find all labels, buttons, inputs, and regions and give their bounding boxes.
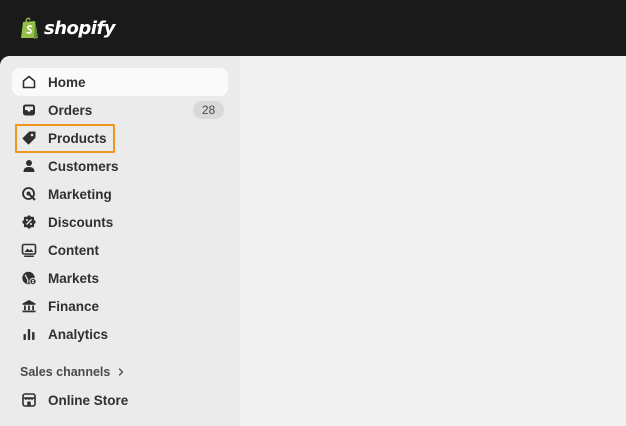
person-icon — [21, 158, 37, 174]
sidebar-item-marketing[interactable]: Marketing — [12, 180, 228, 208]
sidebar-item-markets[interactable]: Markets — [12, 264, 228, 292]
sidebar-item-label: Finance — [48, 299, 100, 314]
sidebar-item-online-store[interactable]: Online Store — [12, 386, 228, 414]
sidebar-item-customers[interactable]: Customers — [12, 152, 228, 180]
sidebar-item-label: Marketing — [48, 187, 112, 202]
sidebar-item-label: Orders — [48, 103, 93, 118]
sidebar-item-content[interactable]: Content — [12, 236, 228, 264]
sidebar-item-label: Customers — [48, 159, 119, 174]
shopify-logo[interactable]: shopify — [20, 16, 116, 40]
sidebar-item-label: Analytics — [48, 327, 109, 342]
target-icon — [21, 186, 37, 202]
sales-channels-heading[interactable]: Sales channels — [20, 363, 126, 381]
main-content — [240, 56, 626, 426]
sidebar-item-label: Products — [48, 131, 107, 146]
sidebar-item-products[interactable]: Products — [12, 124, 228, 152]
top-bar: shopify — [0, 0, 626, 56]
sidebar-item-home[interactable]: Home — [12, 68, 228, 96]
sidebar-item-label: Discounts — [48, 215, 114, 230]
sidebar-item-finance[interactable]: Finance — [12, 292, 228, 320]
bank-icon — [21, 298, 37, 314]
orders-count-badge: 28 — [193, 101, 224, 119]
sidebar-item-analytics[interactable]: Analytics — [12, 320, 228, 348]
sidebar-item-orders[interactable]: Orders 28 — [12, 96, 228, 124]
image-icon — [21, 242, 37, 258]
sidebar-item-label: Content — [48, 243, 99, 258]
sidebar-item-discounts[interactable]: Discounts — [12, 208, 228, 236]
app-shell: Home Orders 28 Products Customers Market… — [0, 56, 626, 426]
brand-name: shopify — [44, 17, 116, 39]
shopify-bag-icon — [21, 17, 38, 39]
tag-icon — [21, 130, 37, 146]
discount-badge-icon — [21, 214, 37, 230]
sidebar-item-label: Markets — [48, 271, 100, 286]
globe-icon — [21, 270, 37, 286]
sidebar-item-label: Online Store — [48, 393, 129, 408]
sidebar: Home Orders 28 Products Customers Market… — [0, 56, 240, 426]
inbox-icon — [21, 102, 37, 118]
sales-channels-label: Sales channels — [20, 365, 111, 379]
home-icon — [21, 74, 37, 90]
chevron-right-icon — [119, 368, 124, 376]
bar-chart-icon — [21, 326, 37, 342]
sidebar-item-label: Home — [48, 75, 86, 90]
storefront-icon — [21, 392, 37, 408]
